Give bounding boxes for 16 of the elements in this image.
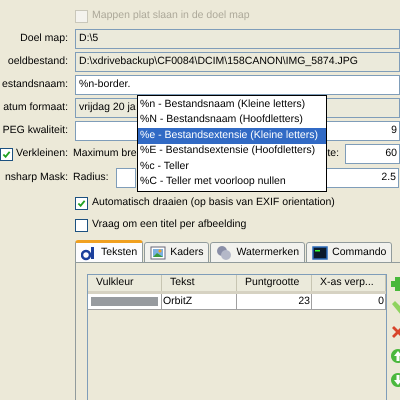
checkbox-label: Mappen plat slaan in de doel map [92,8,250,24]
table-cell: 0 [312,294,386,309]
checkbox-label: Vraag om een titel per afbeelding [92,217,246,232]
field-label: atum formaat: [3,100,68,116]
field-label: Doel map: [20,31,68,46]
checkbox-label: Automatisch draaien (op basis van EXIF orientation) [92,195,335,210]
field-label: Maximum bre [73,146,137,162]
table-cell: 23 [237,294,312,309]
field-label: oeldbestand: [8,54,68,70]
field-label: nsharp Mask: [4,170,68,186]
field-label: estandsnaam: [2,77,68,92]
field-label: Verkleinen: [16,146,68,162]
table-cell: OrbitZ [162,294,237,309]
field-label: PEG kwaliteit: [2,123,68,138]
field-label: Radius: [73,170,110,186]
field-label: te: [327,146,339,162]
